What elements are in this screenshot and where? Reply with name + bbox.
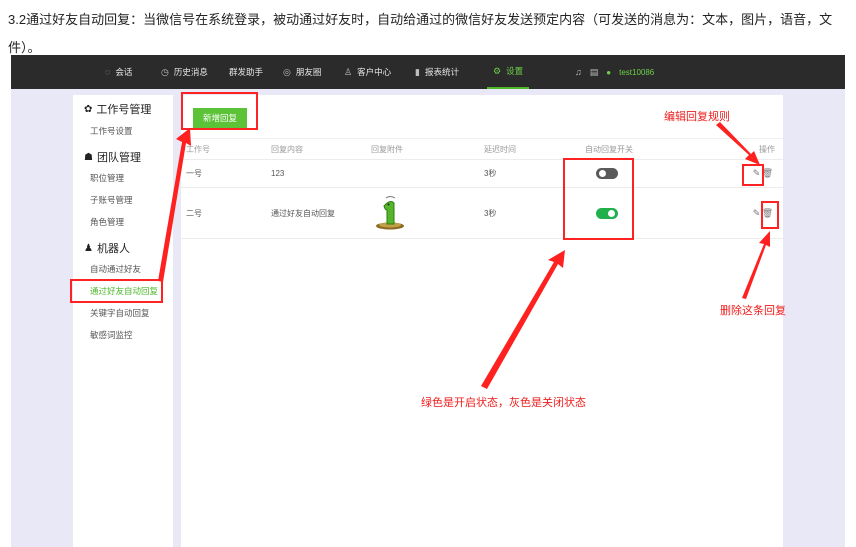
annotation-arrow-edit (716, 122, 760, 165)
annotation-arrow-toggle (481, 250, 565, 389)
annotation-arrows (158, 122, 770, 389)
annotation-arrow-add (158, 128, 191, 282)
annotation-arrow-delete (742, 231, 770, 299)
